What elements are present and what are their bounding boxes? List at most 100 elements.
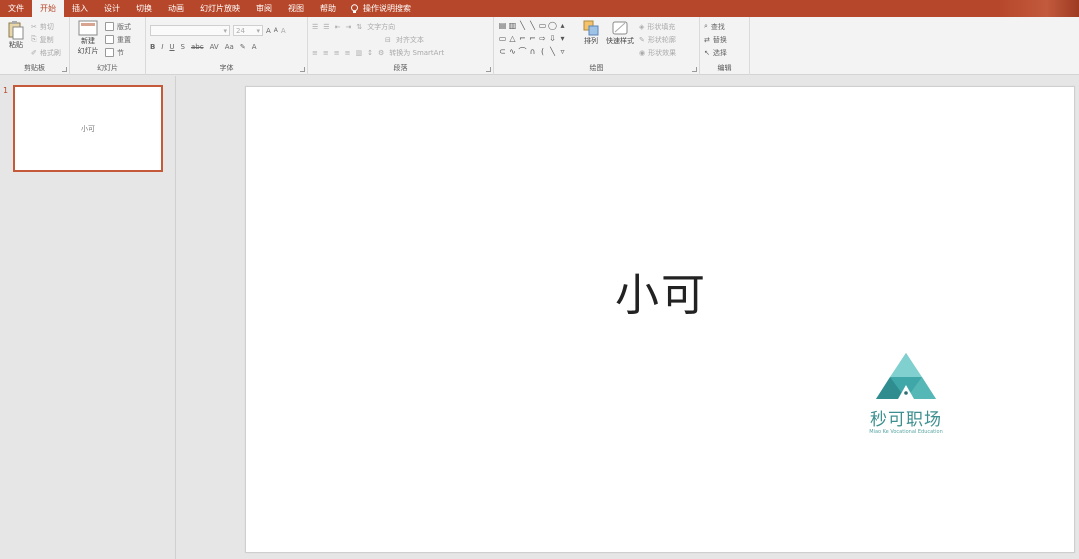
section-label: 节 bbox=[117, 48, 124, 57]
scroll-up-icon[interactable]: ▴ bbox=[558, 20, 567, 32]
brace-shape-icon[interactable]: ⊂ bbox=[498, 46, 507, 58]
new-slide-label: 新建 bbox=[81, 37, 95, 45]
slides-group-label: 幻灯片 bbox=[97, 64, 118, 72]
justify-icon[interactable]: ≡ bbox=[345, 49, 351, 57]
align-center-icon[interactable]: ≡ bbox=[323, 49, 329, 57]
cut-label: 剪切 bbox=[39, 22, 54, 31]
tab-transitions[interactable]: 切换 bbox=[128, 0, 160, 17]
arrow-right-shape-icon[interactable]: ⇨ bbox=[538, 33, 547, 45]
line-shape-icon[interactable]: ╲ bbox=[528, 20, 537, 32]
new-slide-label-2: 幻灯片 bbox=[77, 47, 99, 55]
font-size-combo[interactable]: 24 ▾ bbox=[233, 25, 263, 36]
rectangle-shape-icon[interactable]: ▭ bbox=[538, 20, 547, 32]
clear-format-button[interactable]: A bbox=[281, 27, 286, 35]
font-launcher-icon[interactable] bbox=[300, 67, 305, 72]
layout-button[interactable]: 版式 bbox=[105, 20, 131, 33]
change-case-button[interactable]: Aa bbox=[225, 43, 234, 51]
slide-canvas[interactable]: 小可 秒可职场 Miao Ke Vocational Education bbox=[245, 86, 1075, 553]
tab-animations[interactable]: 动画 bbox=[160, 0, 192, 17]
tab-help[interactable]: 帮助 bbox=[312, 0, 344, 17]
tell-me-search[interactable]: 操作说明搜索 bbox=[344, 3, 411, 14]
tab-review[interactable]: 审阅 bbox=[248, 0, 280, 17]
logo-name-text: 秒可职场 bbox=[870, 410, 942, 430]
italic-button[interactable]: I bbox=[161, 43, 163, 51]
company-logo[interactable]: 秒可职场 Miao Ke Vocational Education bbox=[858, 349, 954, 441]
grow-font-button[interactable]: A bbox=[266, 27, 271, 35]
textbox-shape-icon[interactable]: ▤ bbox=[498, 20, 507, 32]
quick-styles-button[interactable]: 快速样式 bbox=[605, 20, 635, 59]
font-family-combo[interactable]: ▾ bbox=[150, 25, 230, 36]
font-color-button[interactable]: A bbox=[252, 43, 257, 51]
curve-shape-icon[interactable]: ∩ bbox=[528, 46, 537, 58]
select-label: 选择 bbox=[712, 48, 727, 57]
align-left-icon[interactable]: ≡ bbox=[312, 49, 318, 57]
char-spacing-button[interactable]: AV bbox=[210, 43, 219, 51]
shrink-font-button[interactable]: A bbox=[274, 27, 278, 34]
bracket-shape-icon[interactable]: ( bbox=[538, 46, 547, 58]
arrow-down-shape-icon[interactable]: ⇩ bbox=[548, 33, 557, 45]
section-button[interactable]: 节 bbox=[105, 46, 131, 59]
slide-thumbnail[interactable]: 小可 bbox=[13, 85, 163, 172]
squiggle-shape-icon[interactable]: ∿ bbox=[508, 46, 517, 58]
triangle-shape-icon[interactable]: △ bbox=[508, 33, 517, 45]
mountain-logo-icon bbox=[876, 353, 936, 399]
shapes-gallery[interactable]: ▤ ▥ ╲ ╲ ▭ ◯ ▴ ▭ △ ⌐ ⌐ ⇨ ⇩ ▾ ⊂ ∿ ⌒ ∩ (╲ … bbox=[498, 20, 577, 59]
line-shape-icon[interactable]: ╲ bbox=[518, 20, 527, 32]
paste-button[interactable]: 粘贴 bbox=[4, 20, 28, 59]
new-slide-button[interactable]: 新建 幻灯片 bbox=[74, 20, 102, 59]
arrange-button[interactable]: 排列 bbox=[581, 20, 601, 59]
strikethrough-button[interactable]: abc bbox=[191, 43, 204, 51]
select-button[interactable]: ↖ 选择 bbox=[704, 46, 745, 59]
textbox-vertical-shape-icon[interactable]: ▥ bbox=[508, 20, 517, 32]
scroll-down-icon[interactable]: ▾ bbox=[558, 33, 567, 45]
tab-file[interactable]: 文件 bbox=[0, 0, 32, 17]
underline-button[interactable]: U bbox=[169, 43, 174, 51]
connector-shape-icon[interactable]: ⌐ bbox=[528, 33, 537, 45]
align-right-icon[interactable]: ≡ bbox=[334, 49, 340, 57]
shape-outline-button[interactable]: ✎ 形状轮廓 bbox=[639, 33, 676, 46]
arc-shape-icon[interactable]: ⌒ bbox=[518, 46, 527, 58]
oval-shape-icon[interactable]: ◯ bbox=[548, 20, 557, 32]
format-painter-button[interactable]: ✐ 格式刷 bbox=[31, 46, 61, 59]
clipboard-launcher-icon[interactable] bbox=[62, 67, 67, 72]
tab-view[interactable]: 视图 bbox=[280, 0, 312, 17]
find-label: 查找 bbox=[710, 22, 725, 31]
tab-insert[interactable]: 插入 bbox=[64, 0, 96, 17]
bold-button[interactable]: B bbox=[150, 43, 155, 51]
text-direction-button[interactable]: 文字方向 bbox=[367, 22, 395, 32]
drawing-launcher-icon[interactable] bbox=[692, 67, 697, 72]
paragraph-launcher-icon[interactable] bbox=[486, 67, 491, 72]
copy-button[interactable]: ⎘ 复制 bbox=[31, 33, 61, 46]
shape-effects-button[interactable]: ◉ 形状效果 bbox=[639, 46, 676, 59]
reset-label: 重置 bbox=[117, 35, 131, 44]
numbering-icon[interactable]: ☰ bbox=[323, 23, 329, 31]
highlight-icon[interactable]: ✎ bbox=[240, 43, 246, 51]
shadow-button[interactable]: S bbox=[181, 43, 185, 51]
connector-shape-icon[interactable]: ⌐ bbox=[518, 33, 527, 45]
reset-button[interactable]: 重置 bbox=[105, 33, 131, 46]
cut-button[interactable]: ✂ 剪切 bbox=[31, 20, 61, 33]
decrease-indent-icon[interactable]: ⇤ bbox=[335, 23, 341, 31]
tab-design[interactable]: 设计 bbox=[96, 0, 128, 17]
group-editing: ⌕ 查找 ⇄ 替换 ↖ 选择 编辑 bbox=[700, 17, 750, 75]
more-shapes-icon[interactable]: ▿ bbox=[558, 46, 567, 58]
increase-indent-icon[interactable]: ⇥ bbox=[345, 23, 351, 31]
copy-icon: ⎘ bbox=[31, 35, 37, 43]
shape-fill-button[interactable]: ◈ 形状填充 bbox=[639, 20, 676, 33]
convert-smartart-button[interactable]: 转换为 SmartArt bbox=[389, 48, 444, 58]
rectangle-shape-icon[interactable]: ▭ bbox=[498, 33, 507, 45]
find-button[interactable]: ⌕ 查找 bbox=[704, 20, 745, 33]
quick-styles-label: 快速样式 bbox=[606, 37, 634, 45]
line-shape-icon[interactable]: ╲ bbox=[548, 46, 557, 58]
align-text-button[interactable]: 对齐文本 bbox=[396, 35, 424, 45]
line-spacing-icon[interactable]: ↕ bbox=[367, 49, 373, 57]
bullets-icon[interactable]: ☰ bbox=[312, 23, 318, 31]
replace-button[interactable]: ⇄ 替换 bbox=[704, 33, 745, 46]
slide-thumbnail-pane: 1 小可 bbox=[0, 76, 176, 559]
tab-slideshow[interactable]: 幻灯片放映 bbox=[192, 0, 248, 17]
text-direction-icon: ⇅ bbox=[356, 22, 363, 31]
slide-title-text[interactable]: 小可 bbox=[586, 259, 736, 323]
tab-home[interactable]: 开始 bbox=[32, 0, 64, 17]
shape-fill-label: 形状填充 bbox=[647, 22, 676, 31]
columns-icon[interactable]: ▥ bbox=[356, 49, 363, 57]
